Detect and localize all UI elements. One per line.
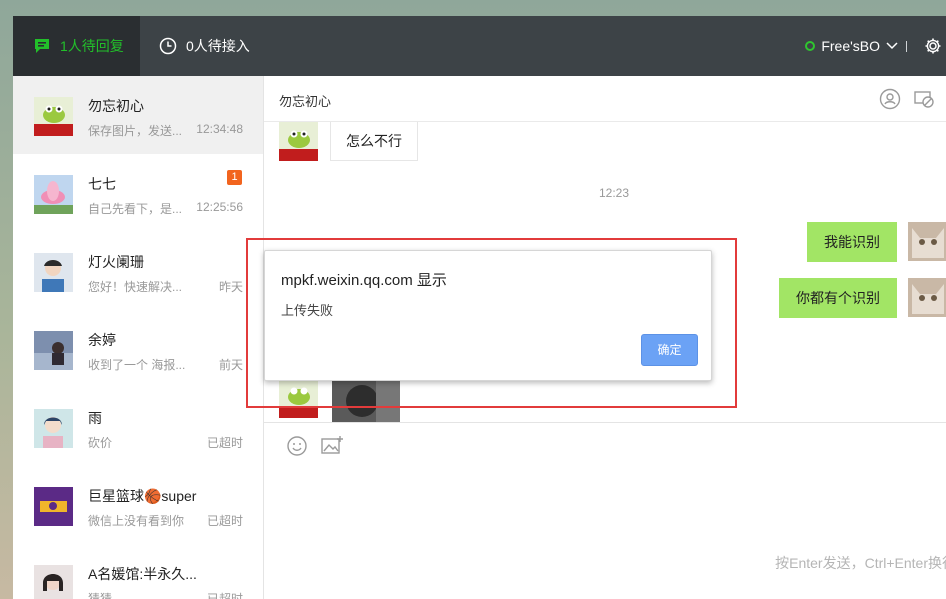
- agent-status-menu[interactable]: Free'sBO: [805, 16, 898, 76]
- message-timestamp: 12:23: [598, 186, 630, 200]
- conversation-preview: 自己先看下，是...: [88, 202, 183, 216]
- conversation-time: 12:34:48: [196, 122, 243, 136]
- conversation-item[interactable]: 勿忘初心 保存图片，发送... 12:34:48: [13, 76, 263, 154]
- send-hint: 按Enter发送，Ctrl+Enter换行: [775, 555, 946, 571]
- conversation-preview: 您好！快速解决...: [88, 280, 183, 294]
- close-session-icon[interactable]: [912, 87, 936, 114]
- avatar: [34, 97, 73, 136]
- divider: [906, 41, 907, 52]
- conversation-item[interactable]: A名媛馆:半永久... 猜猜 已超时: [13, 544, 263, 599]
- avatar: [34, 565, 73, 599]
- conversation-time: 已超时: [206, 436, 243, 450]
- conversation-item[interactable]: 灯火阑珊 您好！快速解决... 昨天: [13, 232, 263, 310]
- chat-title: 勿忘初心: [279, 94, 332, 109]
- conversation-time: 昨天: [218, 280, 243, 294]
- avatar: [279, 122, 318, 161]
- agent-name: Free'sBO: [821, 38, 880, 54]
- top-bar: 1人待回复 0人待接入 Free'sBO: [13, 16, 946, 76]
- conversation-item[interactable]: 巨星篮球🏀super 微信上没有看到你 已超时: [13, 466, 263, 544]
- gear-icon[interactable]: [924, 37, 942, 58]
- conversation-name: 巨星篮球🏀super: [88, 488, 197, 504]
- conversation-name: A名媛馆:半永久...: [88, 566, 197, 582]
- avatar: [34, 175, 73, 214]
- conversation-preview: 微信上没有看到你: [88, 514, 185, 528]
- tab-pending-reply-label: 1人待回复: [60, 38, 124, 54]
- conversation-name: 灯火阑珊: [88, 254, 144, 270]
- avatar: [34, 409, 73, 448]
- conversation-time: 已超时: [206, 514, 243, 528]
- conversation-name: 七七: [88, 176, 116, 192]
- image-upload-icon[interactable]: [320, 435, 344, 460]
- conversation-time: 12:25:56: [196, 200, 243, 214]
- avatar: [908, 222, 946, 261]
- conversation-item[interactable]: 余婷 收到了一个 海报... 前天: [13, 310, 263, 388]
- chevron-down-icon: [886, 42, 898, 50]
- message-bubble-outgoing: 我能识别: [807, 222, 897, 262]
- online-status-icon: [805, 41, 816, 51]
- avatar: [908, 278, 946, 317]
- message-bubble-outgoing: 你都有个识别: [779, 278, 897, 318]
- conversation-name: 勿忘初心: [88, 98, 144, 114]
- conversation-preview: 保存图片，发送...: [88, 124, 183, 138]
- emoji-icon[interactable]: [286, 435, 308, 460]
- conversation-item[interactable]: 雨 砍价 已超时: [13, 388, 263, 466]
- tab-pending-reply[interactable]: 1人待回复: [13, 16, 140, 76]
- conversation-preview: 收到了一个 海报...: [88, 358, 186, 372]
- message-bubble-incoming: 怎么不行: [330, 122, 418, 161]
- chat-header: 勿忘初心: [264, 76, 946, 122]
- avatar: [34, 487, 73, 526]
- avatar: [34, 253, 73, 292]
- conversation-time: 已超时: [206, 592, 243, 599]
- conversation-preview: 砍价: [88, 436, 113, 450]
- conversation-item[interactable]: 七七 1 自己先看下，是... 12:25:56: [13, 154, 263, 232]
- conversation-name: 雨: [88, 410, 102, 426]
- avatar: [34, 331, 73, 370]
- tab-waiting-access-label: 0人待接入: [186, 38, 250, 54]
- tab-waiting-access[interactable]: 0人待接入: [159, 16, 250, 76]
- conversation-preview: 猜猜: [88, 592, 113, 599]
- conversation-time: 前天: [218, 358, 243, 372]
- transfer-customer-icon[interactable]: [878, 87, 902, 114]
- conversation-name: 余婷: [88, 332, 116, 348]
- clock-icon: [159, 37, 177, 55]
- unread-badge: 1: [227, 170, 242, 185]
- conversation-list: 勿忘初心 保存图片，发送... 12:34:48 七七 1 自己先看下，是...…: [13, 76, 264, 599]
- chat-icon: [33, 37, 51, 55]
- highlight-box: [246, 238, 737, 408]
- message-composer[interactable]: 按Enter发送，Ctrl+Enter换行: [264, 422, 946, 599]
